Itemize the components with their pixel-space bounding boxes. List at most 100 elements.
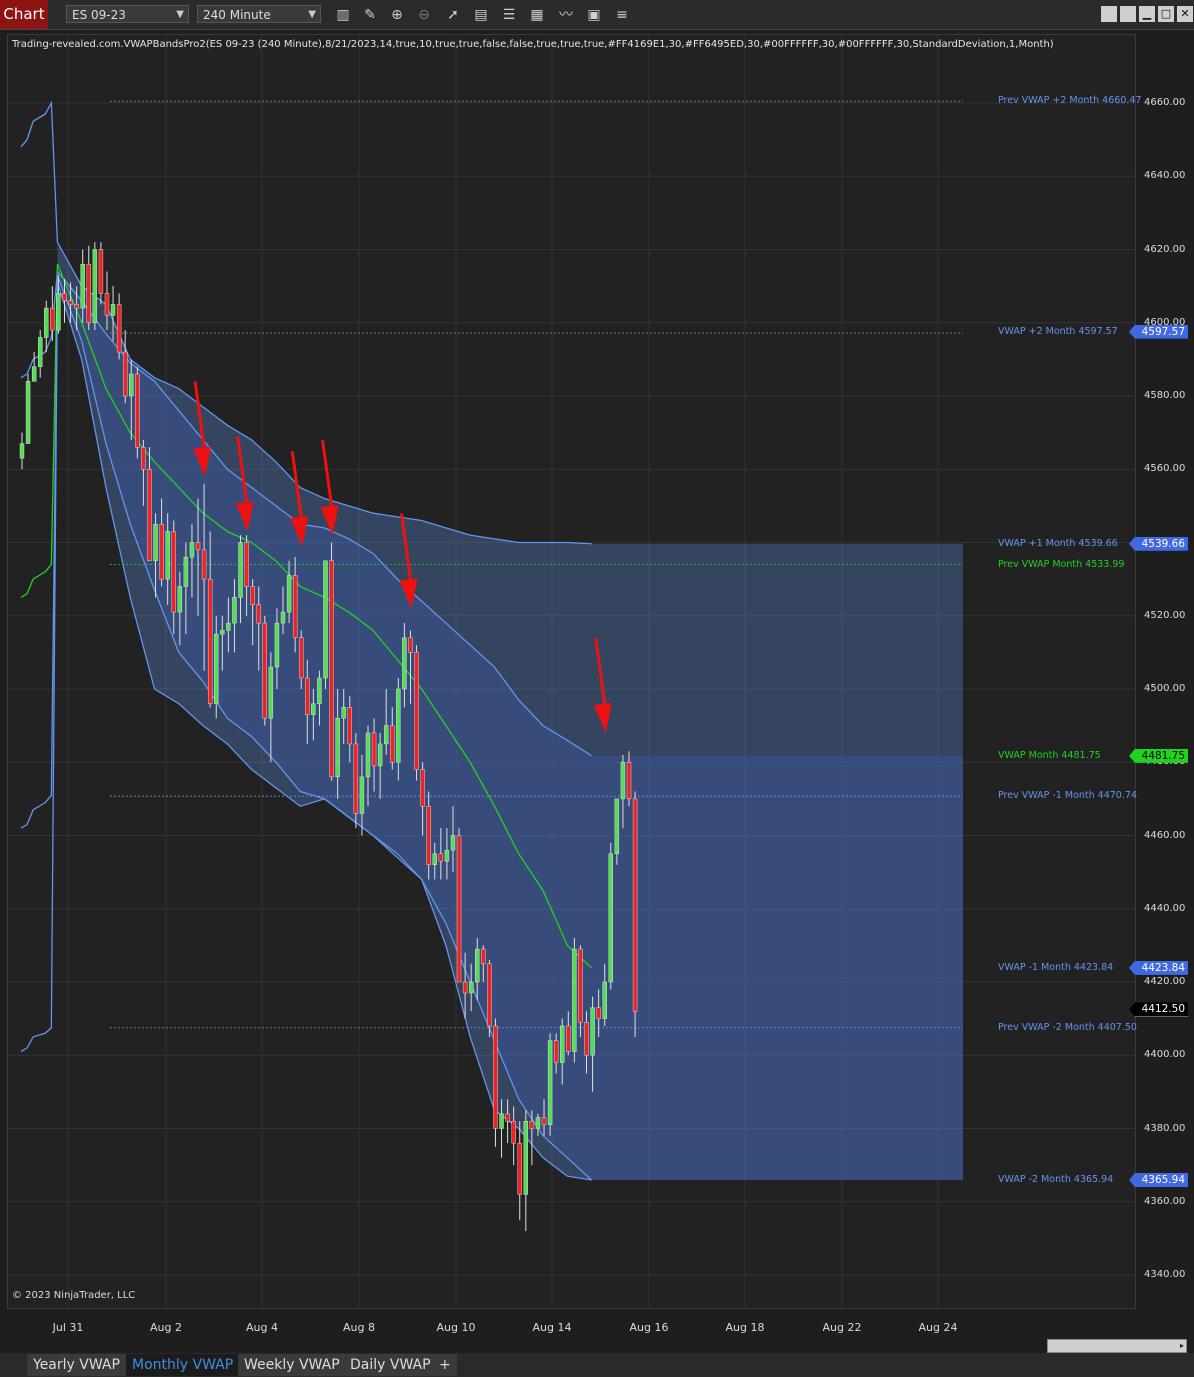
candle-body [535,1117,541,1129]
candle-body [214,633,219,704]
candle-body [189,542,195,558]
candle-body [183,556,189,587]
candle-body [226,622,231,631]
add-tab-button[interactable]: + [433,1354,457,1376]
band-level-label: VWAP -1 Month 4423.84 [998,961,1114,973]
candle-body [529,1120,535,1129]
candle-body [80,263,85,309]
candle-body [299,637,304,679]
band-level-label: Prev VWAP -2 Month 4407.50 [998,1021,1137,1033]
candle-body [432,853,437,866]
candle-body [468,981,474,994]
candle-body [177,586,183,613]
price-marker-tag: 4365.94 [1129,1172,1188,1187]
candle-body [475,948,480,983]
y-tick-label: 4640.00 [1144,170,1186,182]
candle-body [68,300,73,305]
x-tick-label: Aug 4 [246,1321,278,1334]
x-tick-label: Jul 31 [52,1321,84,1334]
y-tick-label: 4520.00 [1144,609,1186,621]
candle-body [560,1025,565,1063]
candle-body [487,963,492,1027]
candle-body [165,531,170,580]
candle-body [566,1025,571,1052]
candle-body [517,1142,522,1195]
candle-body [626,762,632,800]
candle-body [50,307,55,331]
y-tick-label: 4400.00 [1144,1049,1186,1061]
tab-yearly-vwap[interactable]: Yearly VWAP [27,1354,126,1376]
candle-body [390,725,395,763]
candle-body [408,637,413,653]
candle-body [371,732,377,767]
candle-body [262,622,267,719]
candle-body [620,762,626,800]
band-level-label: VWAP -2 Month 4365.94 [998,1173,1114,1185]
candle-body [505,1113,510,1122]
candle-body [341,707,346,719]
candle-body [444,849,450,862]
candle-body [578,948,583,1023]
candle-body [584,1022,589,1056]
candle-body [499,1113,504,1129]
candle-body [56,293,61,331]
candle-body [426,806,431,866]
candle-body [256,604,261,624]
scroll-right-icon[interactable]: ▸ [1180,1340,1184,1352]
indicator-description: Trading-revealed.com.VWAPBandsPro2(ES 09… [12,39,1054,50]
candle-body [292,575,298,638]
candle-body [384,725,389,745]
candle-body [523,1120,529,1195]
tab-weekly-vwap[interactable]: Weekly VWAP [238,1354,346,1376]
band-level-label: VWAP +1 Month 4539.66 [998,537,1118,549]
candle-body [353,743,359,814]
candle-body [19,443,25,459]
candle-body [44,307,49,338]
x-tick-label: Aug 24 [918,1321,958,1334]
candle-body [92,249,98,323]
candle-body [25,381,31,444]
price-marker-tag: 4412.50 [1129,1002,1188,1017]
candle-body [511,1120,516,1144]
candle-body [31,366,37,382]
candle-body [62,293,67,301]
band-level-label: Prev VWAP +2 Month 4660.47 [998,95,1142,107]
candle-body [220,630,225,635]
chart-plot[interactable] [0,0,1194,1377]
horizontal-scrollbar[interactable]: ▸ [1047,1339,1187,1353]
candle-body [614,798,620,855]
candle-body [74,304,79,309]
candle-body [456,835,462,983]
candle-body [602,981,607,1019]
candle-body [377,743,383,767]
candle-body [462,981,468,994]
candle-body [493,1025,498,1129]
candle-body [171,531,176,613]
candle-body [116,304,122,353]
candle-body [438,853,444,862]
candle-body [402,637,407,690]
tab-monthly-vwap[interactable]: Monthly VWAP [126,1354,240,1376]
x-tick-label: Aug 2 [150,1321,182,1334]
x-tick-label: Aug 22 [822,1321,862,1334]
candle-body [596,1007,601,1019]
candle-body [153,523,158,562]
y-tick-label: 4460.00 [1144,829,1186,841]
y-tick-label: 4440.00 [1144,902,1186,914]
candle-body [274,622,280,668]
candle-body [38,337,43,367]
price-marker-tag: 4597.57 [1129,324,1188,339]
candle-body [305,677,310,715]
candle-body [86,263,91,323]
candle-body [159,523,164,580]
candle-body [201,549,207,580]
candle-body [232,597,237,624]
y-tick-label: 4660.00 [1144,97,1186,108]
candle-body [323,560,328,679]
candle-body [286,575,292,613]
candle-body [98,249,104,294]
candle-body [359,776,365,814]
candle-body [280,611,286,624]
tab-daily-vwap[interactable]: Daily VWAP [344,1354,437,1376]
candle-body [481,948,486,964]
